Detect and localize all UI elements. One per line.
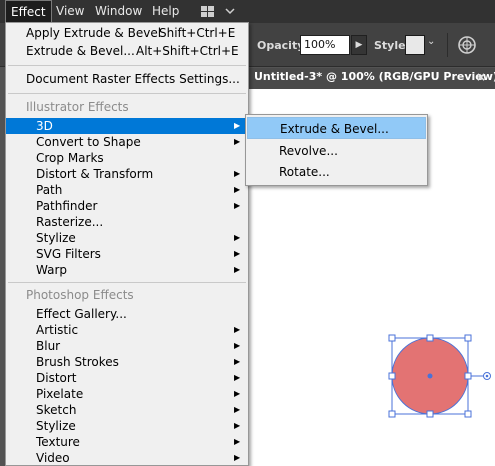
chevron-right-icon: ▶ — [234, 453, 241, 462]
menu-item-label: Texture — [36, 435, 80, 449]
effect-menu: Apply Extrude & Bevel Shift+Ctrl+E Extru… — [5, 22, 249, 466]
menu-item-3d[interactable]: 3D ▶ — [6, 118, 248, 134]
menu-item-sketch[interactable]: Sketch ▶ — [6, 402, 248, 418]
menu-item-pixelate[interactable]: Pixelate ▶ — [6, 386, 248, 402]
menu-item-label: Distort & Transform — [36, 167, 154, 181]
menu-item-label: Pathfinder — [36, 199, 98, 213]
workspace-grid-icon — [201, 6, 235, 17]
menu-item-label: SVG Filters — [36, 247, 101, 261]
menu-separator — [8, 93, 246, 94]
chevron-right-icon: ▶ — [234, 325, 241, 334]
chevron-right-icon: ▶ — [234, 137, 241, 146]
chevron-right-icon: ▶ — [234, 169, 241, 178]
menu-item-label: Stylize — [36, 419, 76, 433]
menu-item-convert-to-shape[interactable]: Convert to Shape ▶ — [6, 134, 248, 150]
menu-item-effect-gallery[interactable]: Effect Gallery... — [6, 306, 248, 322]
selected-circle[interactable] — [388, 331, 495, 421]
photoshop-effects-header: Photoshop Effects — [26, 288, 134, 302]
menu-item-shortcut: Shift+Ctrl+E — [159, 26, 236, 40]
chevron-right-icon: ▶ — [234, 405, 241, 414]
menu-item-label: Stylize — [36, 231, 76, 245]
chevron-right-icon: ▶ — [355, 40, 363, 50]
menu-item-label: Distort — [36, 371, 77, 385]
opacity-dropdown-button[interactable]: ▶ — [351, 35, 367, 55]
menu-window[interactable]: Window — [90, 0, 147, 23]
menu-effect[interactable]: Effect — [5, 0, 52, 23]
submenu-3d: Extrude & Bevel... Revolve... Rotate... — [245, 114, 428, 186]
menu-item-svg-filters[interactable]: SVG Filters ▶ — [6, 246, 248, 262]
chevron-right-icon: ▶ — [234, 121, 241, 130]
menu-item-label: Brush Strokes — [36, 355, 119, 369]
menu-item-label: Video — [36, 451, 70, 465]
submenu-item-extrude-bevel[interactable]: Extrude & Bevel... — [247, 117, 426, 139]
chevron-right-icon: ▶ — [234, 421, 241, 430]
menu-item-stylize-photoshop[interactable]: Stylize ▶ — [6, 418, 248, 434]
close-icon[interactable]: × — [476, 70, 486, 84]
menu-item-distort-transform[interactable]: Distort & Transform ▶ — [6, 166, 248, 182]
chevron-right-icon: ▶ — [234, 437, 241, 446]
divider — [447, 33, 448, 57]
menu-item-path[interactable]: Path ▶ — [6, 182, 248, 198]
menu-item-rasterize[interactable]: Rasterize... — [6, 214, 248, 230]
menu-item-artistic[interactable]: Artistic ▶ — [6, 322, 248, 338]
illustrator-effects-header: Illustrator Effects — [26, 100, 129, 114]
menu-item-label: 3D — [36, 119, 53, 133]
menu-item-label: Crop Marks — [36, 151, 104, 165]
menu-item-label: Effect Gallery... — [36, 307, 127, 321]
menu-item-label: Apply Extrude & Bevel — [26, 26, 162, 40]
chevron-right-icon: ▶ — [234, 389, 241, 398]
menu-item-brush-strokes[interactable]: Brush Strokes ▶ — [6, 354, 248, 370]
menu-separator — [8, 65, 246, 66]
menu-item-blur[interactable]: Blur ▶ — [6, 338, 248, 354]
chevron-right-icon: ▶ — [234, 341, 241, 350]
chevron-right-icon: ▶ — [234, 249, 241, 258]
opacity-input[interactable]: 100% — [300, 35, 350, 55]
menu-help[interactable]: Help — [147, 0, 184, 23]
menu-bar: Effect View Window Help — [0, 0, 495, 23]
menu-item-label: Document Raster Effects Settings... — [26, 72, 240, 86]
document-tab[interactable]: Untitled-3* @ 100% (RGB/GPU Preview) × — [248, 68, 495, 89]
menu-item-crop-marks[interactable]: Crop Marks — [6, 150, 248, 166]
recolor-artwork-icon[interactable] — [457, 35, 477, 55]
menu-item-shortcut: Alt+Shift+Ctrl+E — [136, 44, 239, 58]
chevron-right-icon: ▶ — [234, 201, 241, 210]
submenu-item-revolve[interactable]: Revolve... — [247, 140, 426, 162]
menu-item-label: Artistic — [36, 323, 79, 337]
chevron-right-icon: ▶ — [234, 265, 241, 274]
graphic-style-swatch[interactable] — [405, 35, 425, 55]
chevron-right-icon: ▶ — [234, 357, 241, 366]
menu-item-document-raster-settings[interactable]: Document Raster Effects Settings... — [6, 71, 248, 87]
menu-item-texture[interactable]: Texture ▶ — [6, 434, 248, 450]
menu-item-warp[interactable]: Warp ▶ — [6, 262, 248, 278]
menu-item-video[interactable]: Video ▶ — [6, 450, 248, 466]
menu-item-label: Warp — [36, 263, 68, 277]
menu-separator — [8, 282, 246, 283]
menu-item-label: Blur — [36, 339, 61, 353]
chevron-right-icon: ▶ — [234, 233, 241, 242]
menu-item-label: Rasterize... — [36, 215, 104, 229]
menu-item-stylize-illustrator[interactable]: Stylize ▶ — [6, 230, 248, 246]
document-tab-title: Untitled-3* @ 100% (RGB/GPU Preview) — [254, 70, 495, 83]
menu-item-label: Path — [36, 183, 63, 197]
menu-view[interactable]: View — [51, 0, 89, 23]
menu-item-label: Pixelate — [36, 387, 84, 401]
menu-item-last-effect[interactable]: Extrude & Bevel... Alt+Shift+Ctrl+E — [6, 43, 248, 59]
menu-item-distort[interactable]: Distort ▶ — [6, 370, 248, 386]
chevron-down-icon[interactable]: ⌄ — [427, 36, 435, 47]
submenu-item-rotate[interactable]: Rotate... — [247, 161, 426, 183]
chevron-right-icon: ▶ — [234, 373, 241, 382]
menu-item-apply-last-effect[interactable]: Apply Extrude & Bevel Shift+Ctrl+E — [6, 25, 248, 41]
menu-item-label: Convert to Shape — [36, 135, 141, 149]
chevron-right-icon: ▶ — [234, 185, 241, 194]
menu-item-label: Sketch — [36, 403, 77, 417]
workspace-switcher[interactable] — [199, 4, 239, 19]
menu-item-pathfinder[interactable]: Pathfinder ▶ — [6, 198, 248, 214]
menu-item-label: Extrude & Bevel... — [26, 44, 135, 58]
